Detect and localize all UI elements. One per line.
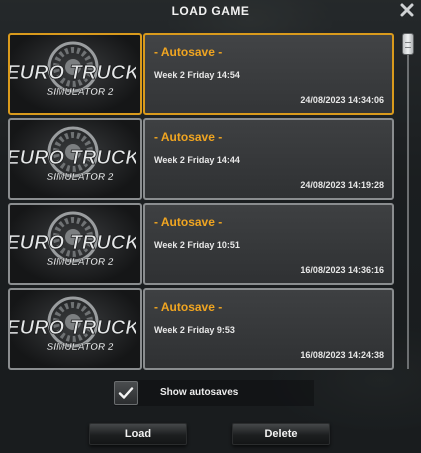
- save-thumbnail: EURO TRUCK SIMULATOR 2: [8, 288, 142, 370]
- save-slot[interactable]: EURO TRUCK SIMULATOR 2 - Autosave - Week…: [8, 203, 394, 285]
- show-autosaves-option: Show autosaves: [114, 380, 314, 406]
- dialog-title: LOAD GAME: [171, 4, 250, 18]
- svg-text:EURO TRUCK: EURO TRUCK: [10, 232, 136, 254]
- close-icon: [400, 3, 414, 17]
- save-slot[interactable]: EURO TRUCK SIMULATOR 2 - Autosave - Week…: [8, 118, 394, 200]
- save-timestamp: 24/08/2023 14:19:28: [300, 180, 384, 190]
- save-thumbnail: EURO TRUCK SIMULATOR 2: [8, 118, 142, 200]
- save-timestamp: 24/08/2023 14:34:06: [300, 95, 384, 105]
- delete-button[interactable]: Delete: [232, 423, 330, 445]
- save-info-panel: - Autosave - Week 2 Friday 9:53 16/08/20…: [143, 288, 394, 370]
- svg-text:SIMULATOR 2: SIMULATOR 2: [47, 257, 114, 268]
- save-slot[interactable]: EURO TRUCK SIMULATOR 2 - Autosave - Week…: [8, 33, 394, 115]
- save-game-time: Week 2 Friday 14:54: [154, 70, 240, 80]
- save-title: - Autosave -: [154, 300, 223, 314]
- scrollbar-track: [407, 33, 409, 369]
- svg-text:EURO TRUCK: EURO TRUCK: [10, 317, 136, 339]
- vertical-scrollbar[interactable]: [402, 33, 414, 369]
- svg-text:EURO TRUCK: EURO TRUCK: [10, 147, 136, 169]
- save-thumbnail: EURO TRUCK SIMULATOR 2: [8, 203, 142, 285]
- svg-text:SIMULATOR 2: SIMULATOR 2: [47, 342, 114, 353]
- ets2-logo-icon: EURO TRUCK SIMULATOR 2: [10, 211, 140, 268]
- ets2-logo-icon: EURO TRUCK SIMULATOR 2: [10, 126, 140, 183]
- save-slot[interactable]: EURO TRUCK SIMULATOR 2 - Autosave - Week…: [8, 288, 394, 370]
- save-info-panel: - Autosave - Week 2 Friday 10:51 16/08/2…: [143, 203, 394, 285]
- save-game-time: Week 2 Friday 9:53: [154, 325, 235, 335]
- save-thumbnail: EURO TRUCK SIMULATOR 2: [8, 33, 142, 115]
- checkmark-icon: [118, 387, 134, 399]
- save-title: - Autosave -: [154, 215, 223, 229]
- load-button[interactable]: Load: [89, 423, 187, 445]
- save-game-time: Week 2 Friday 10:51: [154, 240, 240, 250]
- save-info-panel: - Autosave - Week 2 Friday 14:44 24/08/2…: [143, 118, 394, 200]
- save-timestamp: 16/08/2023 14:24:38: [300, 350, 384, 360]
- save-title: - Autosave -: [154, 130, 223, 144]
- svg-text:EURO TRUCK: EURO TRUCK: [10, 62, 136, 84]
- load-game-dialog: LOAD GAME EURO TRUCK SIMULATOR 2 - Autos…: [0, 0, 421, 453]
- save-list: EURO TRUCK SIMULATOR 2 - Autosave - Week…: [8, 33, 394, 373]
- save-title: - Autosave -: [154, 45, 223, 59]
- show-autosaves-checkbox[interactable]: [114, 381, 138, 405]
- ets2-logo-icon: EURO TRUCK SIMULATOR 2: [10, 41, 140, 98]
- show-autosaves-label: Show autosaves: [160, 387, 239, 398]
- svg-text:SIMULATOR 2: SIMULATOR 2: [47, 87, 114, 98]
- ets2-logo-icon: EURO TRUCK SIMULATOR 2: [10, 296, 140, 353]
- close-button[interactable]: [399, 2, 415, 18]
- save-timestamp: 16/08/2023 14:36:16: [300, 265, 384, 275]
- svg-text:SIMULATOR 2: SIMULATOR 2: [47, 172, 114, 183]
- scrollbar-thumb[interactable]: [402, 33, 414, 55]
- save-info-panel: - Autosave - Week 2 Friday 14:54 24/08/2…: [143, 33, 394, 115]
- save-game-time: Week 2 Friday 14:44: [154, 155, 240, 165]
